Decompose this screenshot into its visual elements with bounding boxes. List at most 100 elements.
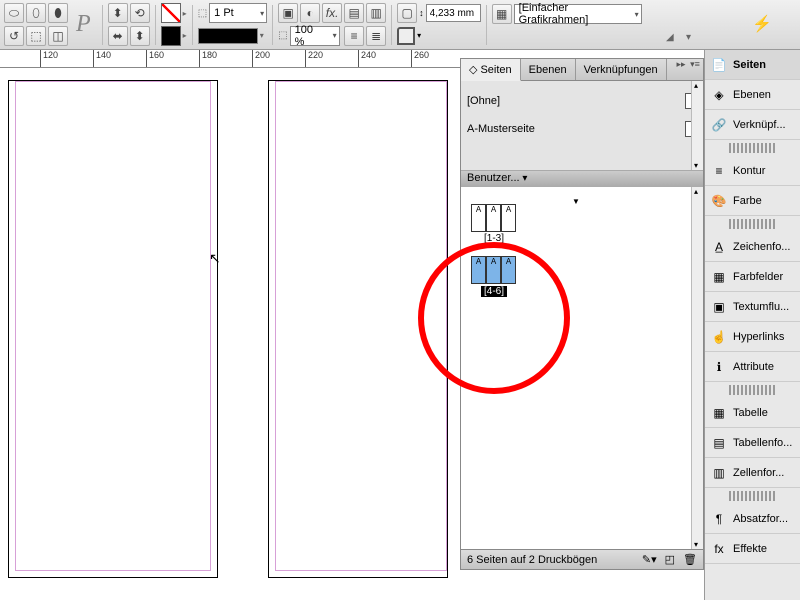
dock-item[interactable]: ◈Ebenen [705,80,800,110]
dock-label: Textumflu... [733,301,789,313]
dock-icon: ▤ [711,435,727,451]
dock-item[interactable]: ¶ Absatzfor... [705,504,800,534]
tool-btn[interactable]: ⬚ [26,26,46,46]
tool-btn[interactable]: ⟲ [130,3,150,23]
dock-item[interactable]: ☝ Hyperlinks [705,322,800,352]
new-page-icon[interactable]: ◰ [665,553,675,566]
tab-pages[interactable]: ◇ Seiten [461,59,521,81]
tool-btn[interactable]: ≣ [366,26,386,46]
corner-icon[interactable] [397,27,415,45]
dock-label: Farbe [733,195,762,207]
tool-btn[interactable]: ▦ [492,4,512,24]
dock-icon: ☝ [711,329,727,345]
tool-btn[interactable]: ⬯ [26,3,46,23]
page-thumb[interactable]: A [501,256,516,284]
dock-label: Tabellenfo... [733,437,792,449]
measurement-input[interactable] [426,4,481,22]
scrollbar[interactable] [691,187,703,549]
trash-icon[interactable]: 🗑 [683,553,697,566]
ruler-tick: 140 [93,50,111,67]
dock-item[interactable]: ▤ Tabellenfo... [705,428,800,458]
dock-icon: ¶ [711,511,727,527]
page-thumb[interactable]: A [471,204,486,232]
type-icon: P [76,11,91,38]
dock-icon: ▦ [711,269,727,285]
tool-btn[interactable]: ⬍ [108,3,128,23]
tool-btn[interactable]: ◐ [300,3,320,23]
spread[interactable]: ▼AAA[1-3] [471,197,681,244]
dock-label: Verknüpf... [733,119,786,131]
page-margin [275,81,447,571]
tool-btn[interactable]: ▤ [344,3,364,23]
pages-panel: ◇ Seiten Ebenen Verknüpfungen ▸▸ ▾≡ [Ohn… [460,58,704,570]
tool-btn[interactable]: ▥ [366,3,386,23]
dock-label: Hyperlinks [733,331,784,343]
bolt-icon[interactable]: ⚡ [752,14,772,34]
tool-btn[interactable]: ◫ [48,26,68,46]
dock-item[interactable]: ℹ Attribute [705,352,800,382]
ruler-tick: 160 [146,50,164,67]
master-none[interactable]: [Ohne] [467,87,697,115]
page-thumb[interactable]: A [486,256,501,284]
dock-icon: 🎨 [711,193,727,209]
frame-type-dropdown[interactable]: [Einfacher Grafikrahmen] [514,4,642,24]
stroke-style[interactable] [198,28,258,44]
dock-icon: ▦ [711,405,727,421]
dock-item[interactable]: 🔗Verknüpf... [705,110,800,140]
page-thumb[interactable]: A [501,204,516,232]
dock-icon: ℹ [711,359,727,375]
tool-btn[interactable]: ⬌ [108,26,128,46]
dock-label: Zeichenfo... [733,241,790,253]
dock-item[interactable]: 🎨 Farbe [705,186,800,216]
ruler-tick: 240 [358,50,376,67]
zoom-dropdown[interactable]: 100 % [290,26,340,46]
edit-icon[interactable]: ✎▾ [642,553,657,566]
page-thumb[interactable]: A [471,256,486,284]
tab-links[interactable]: Verknüpfungen [576,59,667,80]
dock-label: Attribute [733,361,774,373]
tool-btn[interactable]: ⬮ [48,3,68,23]
page[interactable] [8,80,218,578]
panel-section-header[interactable]: Benutzer... ▾ [461,171,703,187]
dock-icon: fx [711,541,727,557]
tool-btn[interactable]: ≡ [344,26,364,46]
dock-item[interactable]: ≡Kontur [705,156,800,186]
dock-item[interactable]: ▦ Farbfelder [705,262,800,292]
master-a[interactable]: A-Musterseite [467,115,697,143]
tool-btn[interactable]: ▣ [278,3,298,23]
fx-button[interactable]: fx. [322,3,342,23]
dock-label: Zellenfor... [733,467,784,479]
tool-btn[interactable]: ↺ [4,26,24,46]
page-thumb[interactable]: A [486,204,501,232]
collapse-icon[interactable]: ▸▸ [675,59,687,71]
stroke-weight-dropdown[interactable]: 1 Pt [209,3,267,23]
tool-btn[interactable]: ⬍ [130,26,150,46]
page[interactable] [268,80,448,578]
dock-item[interactable]: 📄Seiten [705,50,800,80]
scrollbar[interactable] [691,81,703,170]
menu-icon[interactable]: ▾≡ [689,59,701,71]
expand-icon[interactable]: ▾ [686,32,700,46]
tool-btn[interactable]: ▢ [397,3,417,23]
dock-item[interactable]: ▦Tabelle [705,398,800,428]
tool-btn[interactable]: ⬭ [4,3,24,23]
ruler-tick: 200 [252,50,270,67]
dock-item[interactable]: fx Effekte [705,534,800,564]
fill-swatch[interactable] [161,26,181,46]
dock-label: Ebenen [733,89,771,101]
dock-label: Farbfelder [733,271,783,283]
ruler-tick: 220 [305,50,323,67]
dock-label: Seiten [733,59,766,71]
dock-item[interactable]: A̲Zeichenfo... [705,232,800,262]
stroke-swatch[interactable] [161,3,181,23]
tab-layers[interactable]: Ebenen [521,59,576,80]
dock-icon: ▣ [711,299,727,315]
dock-item[interactable]: ▥ Zellenfor... [705,458,800,488]
ruler-tick: 260 [411,50,429,67]
dock-item[interactable]: ▣ Textumflu... [705,292,800,322]
dock-label: Absatzfor... [733,513,788,525]
dock-icon: ▥ [711,465,727,481]
expand-icon[interactable]: ◢ [666,32,680,46]
dock-label: Effekte [733,543,767,555]
spread[interactable]: AAA[4-6] [471,256,681,297]
